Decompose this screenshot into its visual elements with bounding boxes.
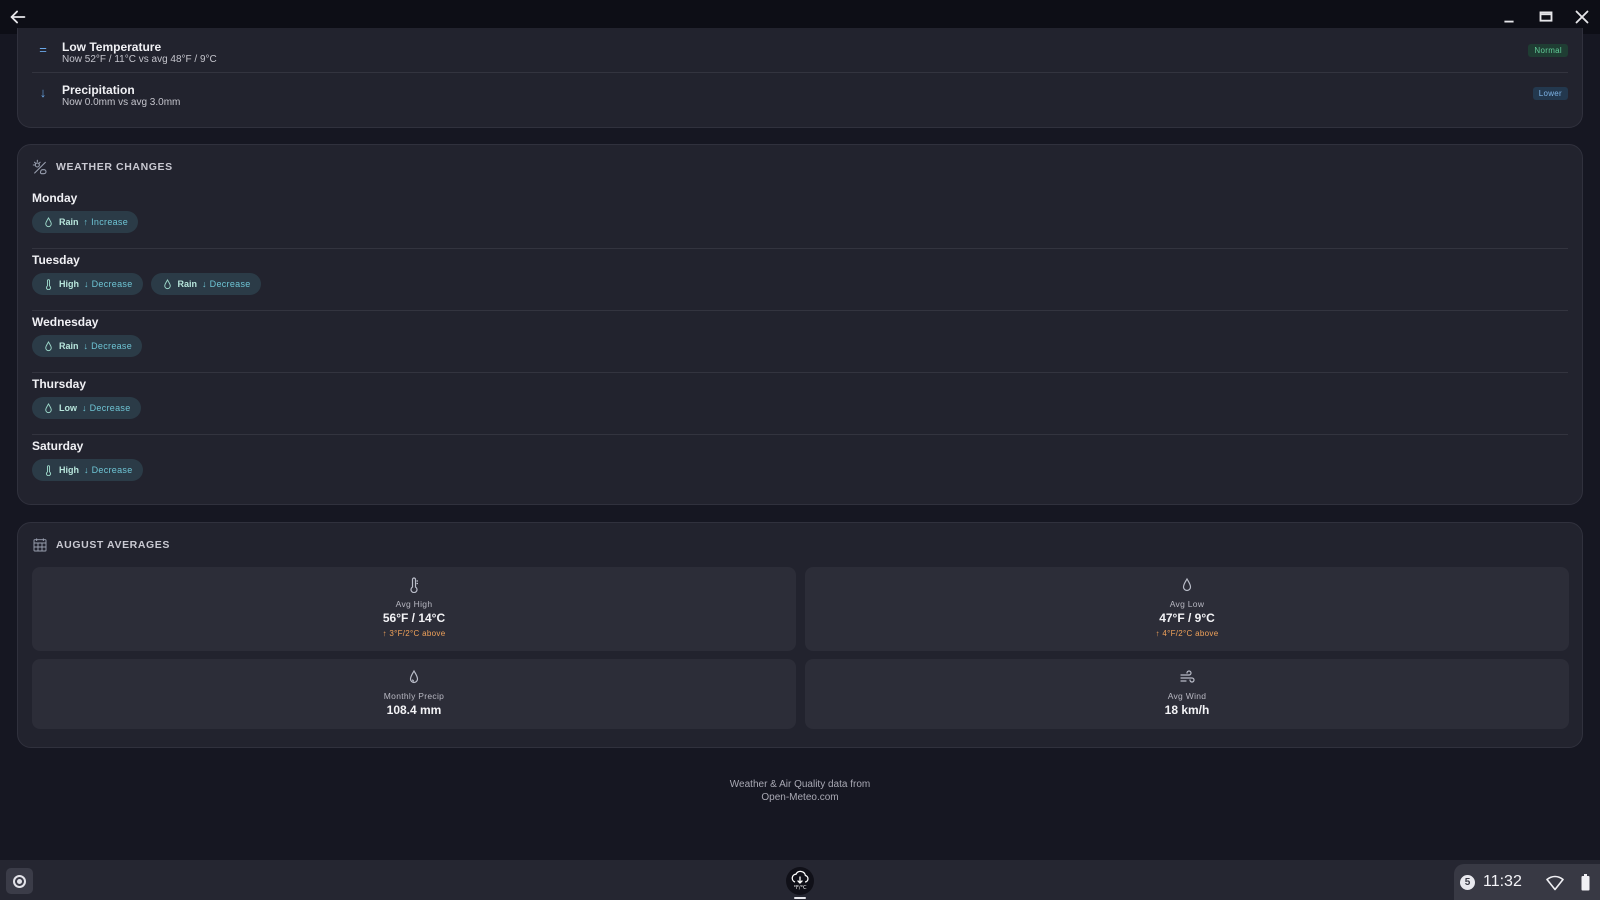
- monthly-precip-tile: Monthly Precip 108.4 mm: [32, 659, 796, 729]
- avg-high-tile: Avg High 56°F / 14°C ↑ 3°F/2°C above: [32, 567, 796, 651]
- tile-label: Avg Wind: [1167, 691, 1207, 701]
- day-name: Thursday: [32, 377, 87, 391]
- launcher-icon: [13, 875, 26, 888]
- day-name: Tuesday: [32, 253, 80, 267]
- tile-value: 47°F / 9°C: [1159, 611, 1215, 625]
- arrow-down-icon: ↓: [39, 85, 47, 100]
- taskbar: °F/°C 5 11:32: [0, 860, 1600, 900]
- tile-delta: ↑ 3°F/2°C above: [382, 629, 446, 638]
- comparison-detail: Now 52°F / 11°C vs avg 48°F / 9°C: [62, 54, 217, 65]
- wifi-icon: [1546, 875, 1564, 891]
- change-variable: High: [59, 279, 79, 289]
- change-variable: Rain: [177, 279, 198, 289]
- battery-icon: [1581, 874, 1590, 891]
- droplet-icon: [44, 402, 53, 414]
- change-direction: ↓ Decrease: [84, 465, 133, 475]
- status-tray[interactable]: 5 11:32: [1454, 864, 1600, 900]
- arrow-left-icon: [7, 6, 29, 28]
- avg-wind-tile: Avg Wind 18 km/h: [805, 659, 1569, 729]
- close-button[interactable]: [1571, 6, 1593, 28]
- change-chip: Rain ↓ Decrease: [32, 335, 143, 357]
- day-row-wednesday: Wednesday Rain ↓ Decrease: [32, 311, 1568, 373]
- thermometer-icon: [44, 278, 53, 290]
- tile-label: Monthly Precip: [383, 691, 445, 701]
- comparison-title: Low Temperature: [62, 40, 162, 54]
- maximize-icon: [1535, 6, 1557, 28]
- day-name: Monday: [32, 191, 78, 205]
- minimize-icon: [1498, 6, 1520, 28]
- change-direction: ↓ Decrease: [84, 279, 133, 289]
- tile-label: Avg Low: [1169, 599, 1205, 609]
- thermometer-icon: [44, 464, 53, 476]
- day-row-tuesday: Tuesday High ↓ Decrease Rain ↓ Decrease: [32, 249, 1568, 311]
- app-icon-label: °F/°C: [793, 885, 807, 891]
- change-direction: ↓ Decrease: [83, 341, 133, 351]
- running-app-indicator: [794, 897, 806, 899]
- change-variable: Rain: [59, 341, 79, 351]
- back-button[interactable]: [7, 6, 29, 28]
- tile-value: 18 km/h: [1164, 703, 1210, 717]
- attribution-link[interactable]: Open-Meteo.com: [0, 791, 1600, 804]
- change-direction: ↑ Increase: [83, 217, 129, 227]
- comparison-card: = Low Temperature Now 52°F / 11°C vs avg…: [17, 28, 1583, 128]
- comparison-row-precipitation: ↓ Precipitation Now 0.0mm vs avg 3.0mm L…: [18, 73, 1582, 115]
- status-badge: Normal: [1528, 44, 1568, 57]
- data-attribution: Weather & Air Quality data from Open-Met…: [0, 778, 1600, 804]
- close-icon: [1571, 6, 1593, 28]
- change-variable: Rain: [59, 217, 79, 227]
- status-badge: Lower: [1532, 87, 1568, 100]
- wind-icon: [1179, 669, 1195, 685]
- maximize-button[interactable]: [1535, 6, 1557, 28]
- change-chip: Rain ↓ Decrease: [150, 273, 261, 295]
- thermometer-icon: [406, 577, 422, 593]
- day-row-monday: Monday Rain ↑ Increase: [32, 187, 1568, 249]
- weather-app-icon[interactable]: °F/°C: [786, 867, 814, 895]
- change-direction: ↓ Decrease: [202, 279, 251, 289]
- day-row-saturday: Saturday High ↓ Decrease: [32, 435, 1568, 497]
- change-direction: ↓ Decrease: [82, 403, 131, 413]
- change-variable: Low: [59, 403, 77, 413]
- tile-delta: ↑ 4°F/2°C above: [1155, 629, 1219, 638]
- tile-value: 108.4 mm: [386, 703, 442, 717]
- clock: 11:32: [1483, 873, 1522, 890]
- tile-label: Avg High: [395, 599, 433, 609]
- change-variable: High: [59, 465, 79, 475]
- attribution-line: Weather & Air Quality data from: [729, 779, 871, 790]
- launcher-button[interactable]: [6, 868, 33, 894]
- august-averages-card: AUGUST AVERAGES Avg High 56°F / 14°C ↑ 3…: [17, 522, 1583, 748]
- comparison-row-low-temperature: = Low Temperature Now 52°F / 11°C vs avg…: [18, 30, 1582, 72]
- day-name: Wednesday: [32, 315, 99, 329]
- tile-value: 56°F / 14°C: [382, 611, 446, 625]
- day-name: Saturday: [32, 439, 84, 453]
- droplet-icon: [406, 669, 422, 685]
- equals-icon: =: [39, 42, 47, 57]
- droplet-icon: [44, 216, 53, 228]
- droplet-icon: [1179, 577, 1195, 593]
- change-chip: Low ↓ Decrease: [32, 397, 141, 419]
- comparison-title: Precipitation: [62, 83, 135, 97]
- day-row-thursday: Thursday Low ↓ Decrease: [32, 373, 1568, 435]
- weather-change-icon: [32, 159, 48, 175]
- section-title: AUGUST AVERAGES: [56, 539, 171, 551]
- droplet-icon: [163, 278, 172, 290]
- weather-changes-card: WEATHER CHANGES Monday Rain ↑ Increase T…: [17, 144, 1583, 505]
- change-chip: High ↓ Decrease: [32, 459, 143, 481]
- change-chip: High ↓ Decrease: [32, 273, 143, 295]
- comparison-detail: Now 0.0mm vs avg 3.0mm: [62, 97, 181, 108]
- avg-low-tile: Avg Low 47°F / 9°C ↑ 4°F/2°C above: [805, 567, 1569, 651]
- droplet-icon: [44, 340, 53, 352]
- notification-count-badge: 5: [1460, 875, 1475, 890]
- minimize-button[interactable]: [1498, 6, 1520, 28]
- change-chip: Rain ↑ Increase: [32, 211, 139, 233]
- calendar-grid-icon: [32, 537, 48, 553]
- section-title: WEATHER CHANGES: [56, 161, 173, 173]
